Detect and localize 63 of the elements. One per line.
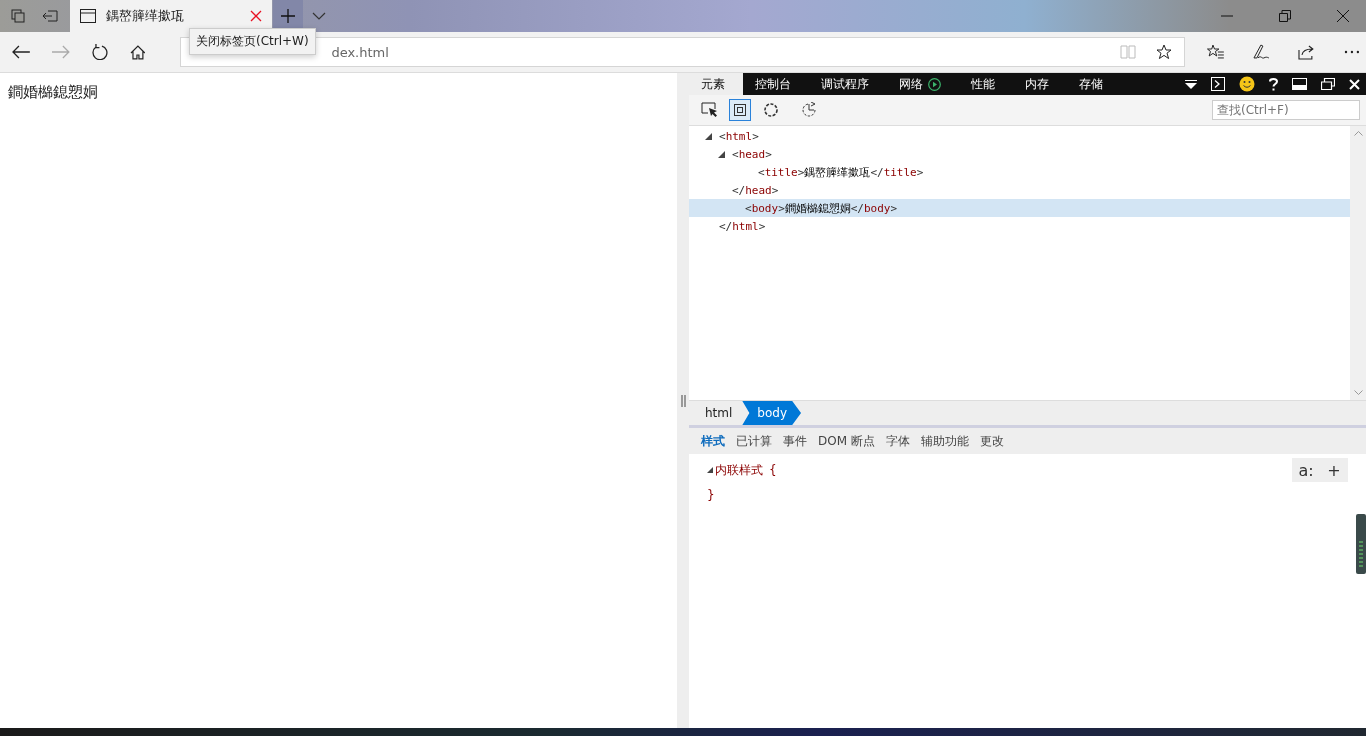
record-icon: [928, 77, 941, 91]
close-brace: }: [707, 488, 715, 502]
select-element-icon[interactable]: [701, 102, 719, 118]
pen-icon[interactable]: [1252, 44, 1271, 60]
expand-triangle-icon[interactable]: [705, 132, 712, 140]
address-text: dex.html: [331, 44, 389, 60]
expand-triangle-icon[interactable]: [707, 467, 713, 473]
devtools-tab[interactable]: 网络: [887, 73, 959, 95]
search-field[interactable]: 查找(Ctrl+F): [1212, 100, 1360, 120]
styles-tab[interactable]: 辅助功能: [920, 432, 969, 450]
breadcrumb-item[interactable]: body: [742, 401, 802, 425]
meter-widget-icon[interactable]: [1356, 514, 1366, 574]
styles-tab[interactable]: 更改: [979, 432, 1004, 450]
undock-icon[interactable]: [1321, 78, 1335, 90]
styles-tab[interactable]: 字体: [885, 432, 910, 450]
tabs-aside-icon[interactable]: [11, 9, 25, 23]
nested-squares-icon: [734, 104, 746, 116]
favorites-icon[interactable]: [1206, 44, 1225, 60]
devtools-tab[interactable]: 内存: [1013, 73, 1067, 95]
more-icon[interactable]: [1344, 50, 1360, 54]
dom-node[interactable]: </html>: [719, 219, 766, 233]
browser-tab[interactable]: 鍝嶅簲缂撳瓨: [70, 0, 272, 32]
restore-icon[interactable]: [1279, 10, 1291, 22]
overflow-icon[interactable]: [1185, 79, 1197, 89]
expand-triangle-icon[interactable]: [718, 150, 725, 158]
devtools-tab[interactable]: 控制台: [743, 73, 809, 95]
plus-icon: [280, 8, 296, 24]
dashed-circle-icon[interactable]: [763, 102, 779, 118]
dom-node[interactable]: <head>: [732, 147, 772, 161]
style-button[interactable]: a:: [1292, 458, 1320, 482]
timer-icon[interactable]: [801, 102, 819, 118]
styles-tab[interactable]: 样式: [701, 432, 725, 450]
star-icon[interactable]: [1155, 44, 1172, 60]
styles-tab[interactable]: 已计算: [736, 432, 772, 450]
chevron-down-icon: [312, 12, 326, 20]
home-icon[interactable]: [129, 44, 146, 60]
dom-node[interactable]: <title>鍝嶅簲缂撳瓨</title>: [745, 164, 924, 180]
devtools-tab[interactable]: 存储: [1067, 73, 1121, 95]
dom-node[interactable]: <html>: [719, 129, 759, 143]
devtools-tab[interactable]: 性能: [959, 73, 1013, 95]
console-icon[interactable]: [1211, 77, 1225, 91]
dock-icon[interactable]: [1292, 78, 1307, 90]
style-button[interactable]: +: [1320, 458, 1348, 482]
styles-tab[interactable]: DOM 断点: [818, 432, 875, 450]
smiley-icon[interactable]: [1239, 76, 1255, 92]
styles-tab[interactable]: 事件: [783, 432, 807, 450]
back-icon[interactable]: [12, 45, 30, 59]
splitter-handle-icon[interactable]: [680, 394, 686, 407]
help-icon[interactable]: [1269, 77, 1278, 91]
dom-node[interactable]: </head>: [732, 183, 779, 197]
tooltip: 关闭标签页(Ctrl+W): [189, 28, 316, 55]
box-model-button[interactable]: [729, 99, 751, 121]
page-icon: [80, 9, 96, 23]
refresh-icon[interactable]: [91, 44, 108, 60]
page-text: 鐧婚檰鎴愬姛: [8, 83, 98, 101]
devtools-tab[interactable]: 调试程序: [809, 73, 887, 95]
rule-selector: 内联样式: [715, 461, 763, 479]
devtools-tab[interactable]: 元素: [689, 73, 743, 95]
breadcrumb-item[interactable]: html: [697, 401, 743, 425]
close-icon[interactable]: [1337, 10, 1349, 22]
tab-restore-icon[interactable]: [42, 10, 58, 22]
open-brace: {: [769, 463, 777, 477]
tab-title: 鍝嶅簲缂撳瓨: [106, 7, 185, 25]
